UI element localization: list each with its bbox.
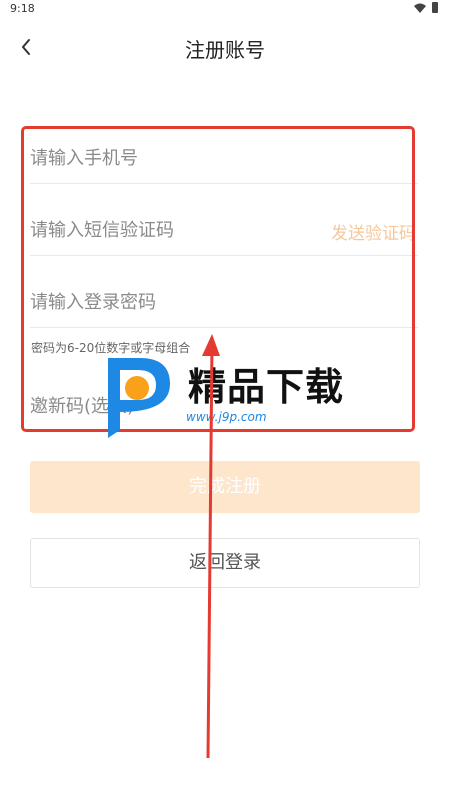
annotation-arrow xyxy=(202,334,220,759)
page-title: 注册账号 xyxy=(185,38,265,62)
status-bar: 9:18 xyxy=(0,0,450,20)
status-time: 9:18 xyxy=(10,2,35,15)
watermark: 精品下载 www.j9p.com xyxy=(100,352,360,448)
battery-icon xyxy=(432,2,438,13)
status-icons xyxy=(414,2,438,13)
watermark-logo xyxy=(108,358,170,438)
wifi-icon xyxy=(414,3,426,13)
header: 注册账号 xyxy=(0,22,450,74)
